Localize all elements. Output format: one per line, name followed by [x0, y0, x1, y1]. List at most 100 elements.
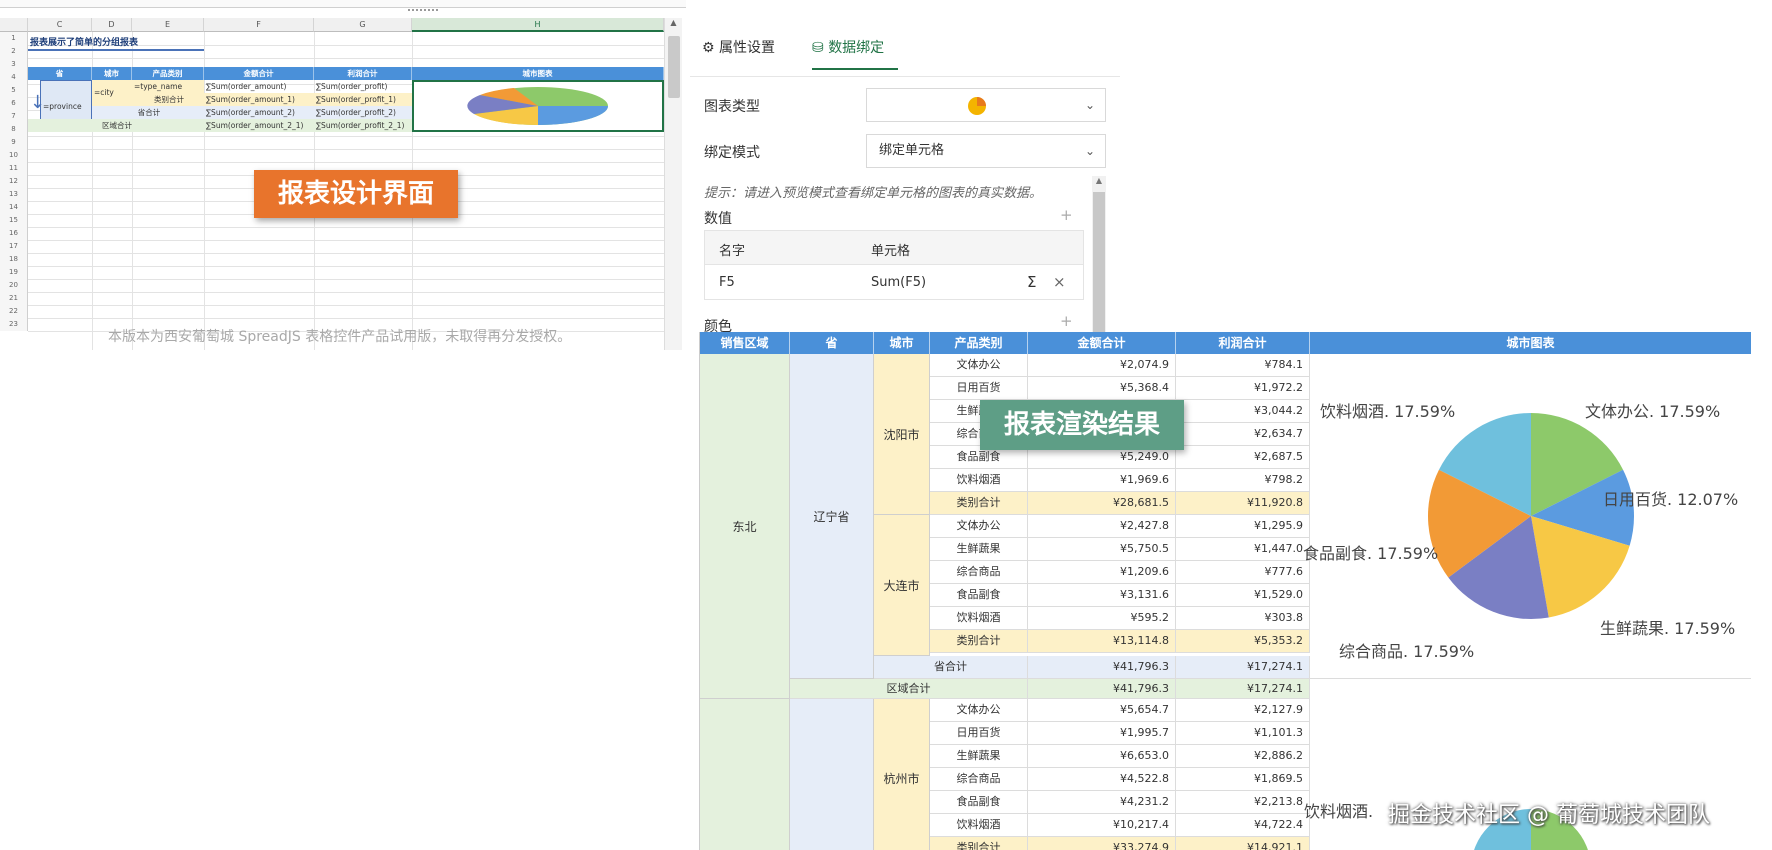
column-header-g[interactable]: G: [314, 18, 412, 32]
designer-scroll-thumb[interactable]: [668, 36, 680, 98]
row-header[interactable]: 12: [0, 175, 28, 188]
report-cell-type: 饮料烟酒: [930, 469, 1028, 492]
row-header[interactable]: 21: [0, 292, 28, 305]
city-cell-shenyang: 沈阳市: [874, 354, 930, 515]
report-cell-amount: ¥1,995.7: [1028, 722, 1176, 745]
panel-scroll-thumb[interactable]: [1093, 192, 1105, 332]
column-header-d[interactable]: D: [92, 18, 132, 32]
row-header[interactable]: 22: [0, 305, 28, 318]
report-cell-amount: ¥4,231.2: [1028, 791, 1176, 814]
splitter-handle[interactable]: [408, 9, 438, 15]
row-header[interactable]: 18: [0, 253, 28, 266]
sum-profit-cell[interactable]: ∑Sum(order_profit): [314, 80, 412, 93]
row-header[interactable]: 5: [0, 84, 28, 97]
value-row-name[interactable]: F5: [719, 275, 735, 290]
row-header[interactable]: 13: [0, 188, 28, 201]
report-cell-profit: ¥1,869.5: [1176, 768, 1310, 791]
corner-cell[interactable]: [0, 18, 28, 32]
report-title-cell[interactable]: 报表展示了简单的分组报表: [28, 36, 204, 51]
row-header[interactable]: 9: [0, 136, 28, 149]
row-header[interactable]: 11: [0, 162, 28, 175]
tab-property-settings[interactable]: ⚙ 属性设置: [702, 38, 775, 70]
province-cell-liaoning: 辽宁省: [790, 354, 874, 679]
row-header[interactable]: 15: [0, 214, 28, 227]
report-cell-type: 食品副食: [930, 791, 1028, 814]
province-total-label: 省合计: [874, 656, 1028, 679]
report-cell-profit: ¥1,295.9: [1176, 515, 1310, 538]
bind-mode-select[interactable]: 绑定单元格 ⌄: [866, 134, 1106, 168]
sum-profit-2-cell[interactable]: ∑Sum(order_profit_2): [314, 106, 412, 119]
row-header[interactable]: 1: [0, 32, 28, 45]
report-cell-amount: ¥5,750.5: [1028, 538, 1176, 561]
row-header[interactable]: 4: [0, 71, 28, 84]
add-color-icon[interactable]: +: [1060, 312, 1073, 330]
row-header[interactable]: 10: [0, 149, 28, 162]
row-header[interactable]: 2: [0, 45, 28, 58]
sigma-icon[interactable]: Σ: [1027, 273, 1036, 291]
panel-vertical-scrollbar[interactable]: ▲: [1092, 176, 1106, 332]
scroll-up-arrow-icon[interactable]: ▲: [665, 18, 682, 27]
row-header[interactable]: 17: [0, 240, 28, 253]
header-cell-province[interactable]: 省: [28, 67, 92, 80]
report-cell-profit: ¥2,886.2: [1176, 745, 1310, 768]
designer-vertical-scrollbar[interactable]: ▲: [664, 18, 682, 350]
row-header[interactable]: 20: [0, 279, 28, 292]
pie-label-food: 食品副食. 17.59%: [1303, 544, 1439, 563]
property-panel: ⚙ 属性设置 ⛁ 数据绑定 图表类型 ⌄ 绑定模式 绑定单元格 ⌄ 提示：请进入…: [690, 18, 1120, 335]
row-header[interactable]: 6: [0, 97, 28, 110]
sum-amount-2-cell[interactable]: ∑Sum(order_amount_2): [204, 106, 314, 119]
row-header[interactable]: 14: [0, 201, 28, 214]
region-total-label-cell[interactable]: 区域合计: [28, 119, 204, 132]
column-header-f[interactable]: F: [204, 18, 314, 32]
chevron-down-icon: ⌄: [1084, 144, 1095, 158]
row-header[interactable]: 3: [0, 58, 28, 71]
bind-mode-value: 绑定单元格: [879, 143, 945, 158]
scroll-up-arrow-icon[interactable]: ▲: [1092, 176, 1106, 185]
sum-amount-cell[interactable]: ∑Sum(order_amount): [204, 80, 314, 93]
report-cell-type: 类别合计: [930, 492, 1028, 515]
report-cell-amount: ¥10,217.4: [1028, 814, 1176, 837]
header-cell-city[interactable]: 城市: [92, 67, 132, 80]
designer-pie-preview: [467, 87, 608, 126]
report-cell-type: 文体办公: [930, 354, 1028, 377]
row-header[interactable]: 8: [0, 123, 28, 136]
sum-profit-1-cell[interactable]: ∑Sum(order_profit_1): [314, 93, 412, 106]
add-value-icon[interactable]: +: [1060, 206, 1073, 224]
sum-profit-2-1-cell[interactable]: ∑Sum(order_profit_2_1): [314, 119, 412, 132]
close-icon[interactable]: ×: [1053, 273, 1066, 291]
header-cell-chart[interactable]: 城市图表: [412, 67, 664, 80]
column-header-h[interactable]: H: [412, 18, 664, 32]
report-cell-type: 日用百货: [930, 377, 1028, 400]
chart-type-select[interactable]: ⌄: [866, 88, 1106, 122]
tab-data-binding[interactable]: ⛁ 数据绑定: [812, 38, 898, 70]
report-header-province: 省: [790, 332, 874, 354]
designer-chart-cell[interactable]: [412, 80, 664, 132]
report-cell-profit: ¥11,920.8: [1176, 492, 1310, 515]
value-row-cell[interactable]: Sum(F5): [871, 275, 926, 290]
report-header-city: 城市: [874, 332, 930, 354]
header-cell-amount[interactable]: 金额合计: [204, 67, 314, 80]
report-cell-type: 食品副食: [930, 584, 1028, 607]
header-cell-type[interactable]: 产品类别: [132, 67, 204, 80]
report-cell-profit: ¥1,972.2: [1176, 377, 1310, 400]
report-cell-profit: ¥1,529.0: [1176, 584, 1310, 607]
type-field-cell[interactable]: =type_name: [132, 80, 204, 93]
region-cell-dongbei: 东北: [700, 354, 790, 699]
row-header[interactable]: 19: [0, 266, 28, 279]
province-total-label-cell[interactable]: 省合计: [92, 106, 204, 119]
subtotal-label-cell[interactable]: 类别合计: [132, 93, 204, 106]
row-header[interactable]: 16: [0, 227, 28, 240]
report-cell-amount: ¥595.2: [1028, 607, 1176, 630]
report-cell-type: 生鲜蔬果: [930, 745, 1028, 768]
row-header[interactable]: 7: [0, 110, 28, 123]
sum-amount-1-cell[interactable]: ∑Sum(order_amount_1): [204, 93, 314, 106]
column-header-c[interactable]: C: [28, 18, 92, 32]
column-header-e[interactable]: E: [132, 18, 204, 32]
report-cell-type: 综合商品: [930, 768, 1028, 791]
sum-amount-2-1-cell[interactable]: ∑Sum(order_amount_2_1): [204, 119, 314, 132]
row-header[interactable]: 23: [0, 318, 28, 331]
header-cell-profit[interactable]: 利润合计: [314, 67, 412, 80]
report-header-profit: 利润合计: [1176, 332, 1310, 354]
report-cell-profit: ¥2,213.8: [1176, 791, 1310, 814]
city-field-cell[interactable]: =city: [92, 80, 132, 106]
